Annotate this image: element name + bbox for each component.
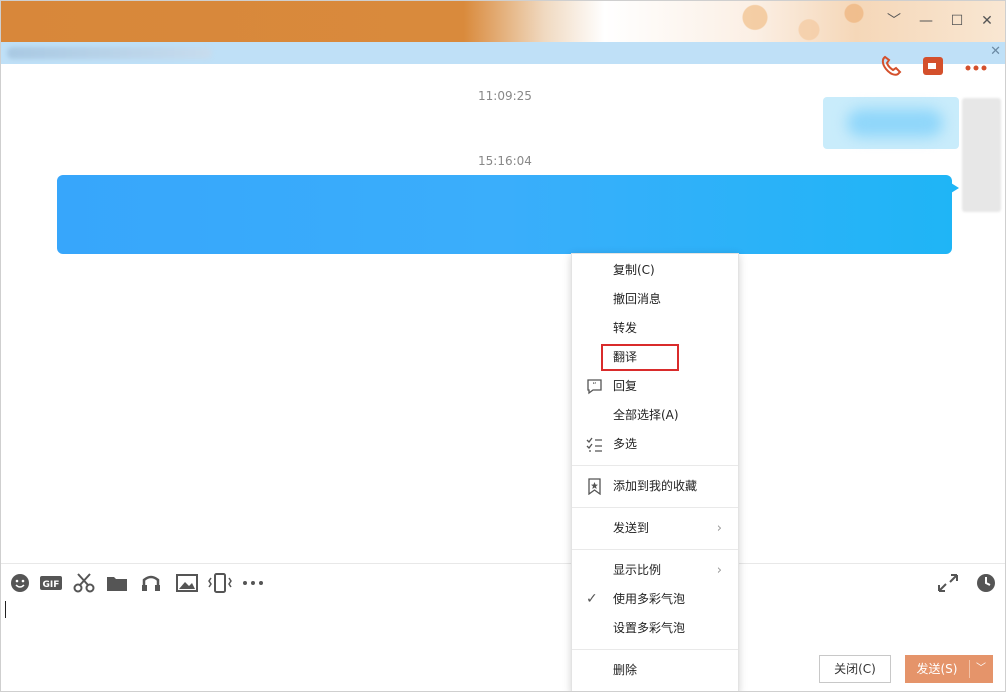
image-icon[interactable]: [175, 572, 199, 594]
menu-item-label: 删除: [613, 663, 638, 677]
text-input-caret[interactable]: [5, 601, 6, 618]
menu-separator: [572, 507, 738, 508]
checklist-icon: [586, 437, 602, 452]
checkmark-icon: ✓: [586, 591, 598, 607]
menu-item-label: 发送到: [613, 521, 650, 535]
music-icon[interactable]: [139, 572, 163, 594]
bookmark-star-icon: [588, 478, 601, 495]
video-call-icon[interactable]: [921, 55, 947, 77]
title-bar: ﹀ — ☐ ✕: [1, 1, 1005, 42]
title-bar-decoration: [701, 1, 881, 42]
send-button-label[interactable]: 发送(S): [905, 655, 969, 683]
emoji-icon[interactable]: [9, 572, 33, 594]
more-options-icon[interactable]: [963, 55, 989, 77]
minimize-button[interactable]: —: [915, 11, 937, 31]
menu-separator: [572, 649, 738, 650]
submenu-arrow-icon: ›: [716, 563, 722, 578]
menu-separator: [572, 465, 738, 466]
menu-item-label: 显示比例: [613, 563, 662, 577]
expand-icon[interactable]: [936, 572, 960, 594]
menu-item-label: 复制(C): [613, 263, 655, 277]
chat-window: ﹀ — ☐ ✕ ✕ 11:09:25 15:16:04 GIF 关闭(C) 发送…: [0, 0, 1006, 692]
menu-item-multi-select[interactable]: 多选: [572, 430, 738, 459]
shake-icon[interactable]: [208, 572, 232, 594]
menu-item-bubble-settings[interactable]: 设置多彩气泡: [572, 614, 738, 643]
menu-item-forward[interactable]: 转发: [572, 314, 738, 343]
menu-item-label: 添加到我的收藏: [613, 479, 698, 493]
menu-item-label: 设置多彩气泡: [613, 621, 686, 635]
send-button[interactable]: 发送(S) ﹀: [905, 655, 993, 683]
menu-item-label: 转发: [613, 321, 638, 335]
notice-bar: ✕: [1, 42, 1005, 64]
history-icon[interactable]: [974, 572, 998, 594]
context-menu: 复制(C) 撤回消息 转发 翻译 “ 回复 全部选择(A) 多选 添加到我的收藏…: [571, 253, 739, 691]
dropdown-button[interactable]: ﹀: [883, 11, 905, 31]
menu-item-send-to[interactable]: 发送到 ›: [572, 514, 738, 543]
reply-quote-icon: “: [587, 379, 602, 395]
notice-text-redacted: [7, 47, 212, 59]
menu-item-label: 多选: [613, 437, 638, 451]
send-options-dropdown-icon[interactable]: ﹀: [969, 655, 993, 683]
input-divider: [1, 563, 1005, 564]
menu-item-colorful-bubble[interactable]: ✓ 使用多彩气泡: [572, 585, 738, 614]
folder-icon[interactable]: [105, 572, 129, 594]
avatar[interactable]: [962, 98, 1001, 212]
menu-item-reply[interactable]: “ 回复: [572, 372, 738, 401]
menu-item-label: 回复: [613, 379, 638, 393]
gif-icon[interactable]: GIF: [39, 572, 63, 594]
menu-item-add-favorite[interactable]: 添加到我的收藏: [572, 472, 738, 501]
svg-text:GIF: GIF: [43, 580, 60, 590]
close-button[interactable]: 关闭(C): [819, 655, 891, 683]
menu-item-label: 撤回消息: [613, 292, 662, 306]
menu-item-delete[interactable]: 删除: [572, 656, 738, 685]
message-timestamp: 15:16:04: [478, 154, 532, 168]
menu-item-copy[interactable]: 复制(C): [572, 256, 738, 285]
selected-message-bubble[interactable]: [57, 175, 959, 254]
more-icon[interactable]: [241, 572, 265, 594]
menu-item-recall[interactable]: 撤回消息: [572, 285, 738, 314]
submenu-arrow-icon: ›: [716, 521, 722, 536]
maximize-button[interactable]: ☐: [946, 11, 968, 31]
message-timestamp: 11:09:25: [478, 89, 532, 103]
notice-close-icon[interactable]: ✕: [990, 44, 1001, 59]
menu-separator: [572, 549, 738, 550]
scissors-icon[interactable]: [72, 572, 96, 594]
close-window-button[interactable]: ✕: [976, 11, 998, 31]
voice-call-icon[interactable]: [879, 55, 905, 77]
menu-item-label: 全部选择(A): [613, 408, 679, 422]
menu-item-label: 使用多彩气泡: [613, 592, 686, 606]
menu-item-zoom[interactable]: 显示比例 ›: [572, 556, 738, 585]
translate-highlight-box: [601, 344, 679, 371]
sent-message-bubble[interactable]: [823, 97, 959, 149]
svg-text:“: “: [592, 381, 596, 390]
menu-item-select-all[interactable]: 全部选择(A): [572, 401, 738, 430]
